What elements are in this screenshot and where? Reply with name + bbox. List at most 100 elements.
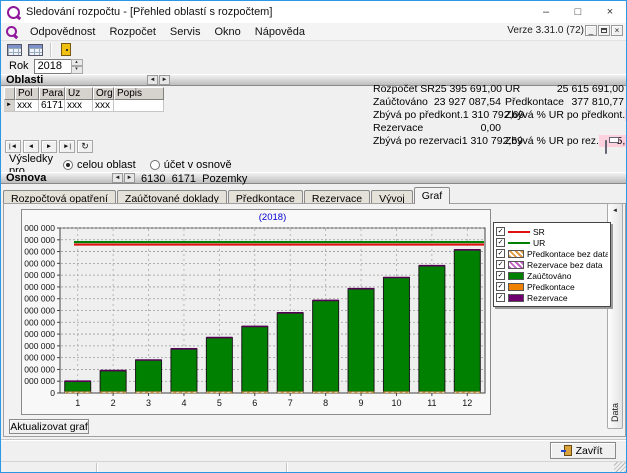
osnova-title: Osnova xyxy=(6,172,46,184)
nav-refresh-icon[interactable]: ↻ xyxy=(77,140,93,153)
col-org[interactable]: Org xyxy=(93,87,114,100)
table-row[interactable]: ► xxx 6171 xxx xxx xyxy=(4,100,164,112)
svg-text:16 000 000: 16 000 000 xyxy=(22,294,55,304)
legend-swatch-fill xyxy=(508,283,524,291)
restore-glyph xyxy=(601,28,607,33)
row-marker-icon: ► xyxy=(4,100,15,112)
cell-uz[interactable]: xxx xyxy=(65,100,93,112)
tab-rozpoctova-opatreni[interactable]: Rozpočtová opatření xyxy=(3,190,116,204)
legend-label: UR xyxy=(533,238,545,248)
maximize-icon[interactable]: □ xyxy=(562,1,594,23)
legend-swatch-line xyxy=(508,231,530,233)
mdi-restore-icon[interactable] xyxy=(598,25,610,36)
osnova-prev-icon[interactable]: ◄ xyxy=(112,173,123,183)
update-chart-button[interactable]: Aktualizovat graf xyxy=(9,419,89,434)
menu-okno[interactable]: Okno xyxy=(207,24,247,40)
menu-odpovednost[interactable]: Odpovědnost xyxy=(23,24,102,40)
col-uz[interactable]: Uz xyxy=(65,87,93,100)
legend-checkbox-icon[interactable]: ✓ xyxy=(496,249,505,258)
tab-zauctovane-doklady[interactable]: Zaúčtované doklady xyxy=(117,190,227,204)
mdi-app-icon[interactable] xyxy=(6,26,17,37)
status-separator xyxy=(286,463,288,473)
svg-text:9: 9 xyxy=(359,398,364,408)
svg-text:4: 4 xyxy=(181,398,186,408)
svg-text:12 000 000: 12 000 000 xyxy=(22,317,55,327)
svg-text:20 000 000: 20 000 000 xyxy=(22,270,55,280)
menu-napoveda[interactable]: Nápověda xyxy=(248,24,312,40)
col-popis[interactable]: Popis xyxy=(114,87,164,100)
oblasti-prev-icon[interactable]: ◄ xyxy=(147,75,158,85)
cell-org[interactable]: xxx xyxy=(93,100,114,112)
legend-checkbox-icon[interactable]: ✓ xyxy=(496,293,505,302)
legend-checkbox-icon[interactable]: ✓ xyxy=(496,227,505,236)
tab-predkontace[interactable]: Předkontace xyxy=(228,190,303,204)
legend-checkbox-icon[interactable]: ✓ xyxy=(496,260,505,269)
exit-button[interactable] xyxy=(56,42,76,58)
legend-label: Předkontace bez data xyxy=(527,249,608,259)
legend-swatch-line xyxy=(508,242,530,244)
nav-prev-icon[interactable]: ◄ xyxy=(23,140,39,153)
svg-text:6: 6 xyxy=(252,398,257,408)
svg-text:8: 8 xyxy=(323,398,328,408)
mdi-close-icon[interactable]: × xyxy=(611,25,623,36)
tab-graf[interactable]: Graf xyxy=(414,187,450,204)
summary-label: Zaúčtováno xyxy=(373,96,428,108)
svg-text:5: 5 xyxy=(217,398,222,408)
svg-text:10 000 000: 10 000 000 xyxy=(22,329,55,339)
svg-text:24 000 000: 24 000 000 xyxy=(22,247,55,257)
bottom-divider xyxy=(1,439,627,441)
col-pol[interactable]: Pol xyxy=(15,87,39,100)
close-window-button[interactable]: Zavřít xyxy=(550,442,616,459)
oblasti-grid: Pol Para Uz Org Popis ► xxx 6171 xxx xxx xyxy=(4,87,164,112)
menu-rozpocet[interactable]: Rozpočet xyxy=(102,24,162,40)
summary-label: Rozpočet SR xyxy=(373,83,435,95)
svg-text:2 000 000: 2 000 000 xyxy=(22,376,55,386)
grid-header-row: Pol Para Uz Org Popis xyxy=(4,87,164,100)
legend-checkbox-icon[interactable]: ✓ xyxy=(496,282,505,291)
title-bar[interactable]: Sledování rozpočtu - [Přehled oblastí s … xyxy=(1,1,626,23)
svg-text:12: 12 xyxy=(462,398,472,408)
nav-next-icon[interactable]: ► xyxy=(41,140,57,153)
menu-servis[interactable]: Servis xyxy=(163,24,208,40)
panel-expand-icon[interactable]: ◄ xyxy=(612,208,618,214)
mdi-minimize-icon[interactable]: _ xyxy=(585,25,597,36)
year-value: 2018 xyxy=(38,60,62,72)
radio-account-in-outline[interactable] xyxy=(150,160,160,170)
nav-last-icon[interactable]: ►| xyxy=(59,140,75,153)
svg-text:3: 3 xyxy=(146,398,151,408)
svg-text:2: 2 xyxy=(111,398,116,408)
nav-first-icon[interactable]: |◄ xyxy=(5,140,21,153)
cell-popis[interactable] xyxy=(114,100,164,112)
close-icon[interactable]: × xyxy=(594,1,626,23)
print-icon[interactable] xyxy=(605,140,607,154)
osnova-next-icon[interactable]: ► xyxy=(124,173,135,183)
legend-checkbox-icon[interactable]: ✓ xyxy=(496,238,505,247)
radio-label-whole-area[interactable]: celou oblast xyxy=(77,159,136,171)
resize-grip[interactable] xyxy=(614,462,626,473)
year-input[interactable]: 2018 ▴ ▾ xyxy=(34,59,72,74)
tab-rezervace[interactable]: Rezervace xyxy=(304,190,370,204)
spin-down-icon[interactable]: ▾ xyxy=(71,66,83,74)
legend-label: Rezervace bez data xyxy=(527,260,603,270)
svg-text:28 000 000: 28 000 000 xyxy=(22,223,55,233)
overview-table-button[interactable] xyxy=(25,42,45,58)
legend-swatch-fill xyxy=(508,272,524,280)
minimize-icon[interactable]: – xyxy=(530,1,562,23)
spin-up-icon[interactable]: ▴ xyxy=(71,59,83,67)
summary-label: Rezervace xyxy=(373,122,423,134)
legend-label: Předkontace xyxy=(527,282,575,292)
tab-bar: Rozpočtová opatření Zaúčtované doklady P… xyxy=(3,187,626,204)
oblasti-next-icon[interactable]: ► xyxy=(159,75,170,85)
col-para[interactable]: Para xyxy=(39,87,65,100)
tab-vyvoj[interactable]: Vývoj xyxy=(371,190,413,204)
legend-checkbox-icon[interactable]: ✓ xyxy=(496,271,505,280)
window-title: Sledování rozpočtu - [Přehled oblastí s … xyxy=(26,6,272,18)
radio-whole-area[interactable] xyxy=(63,160,73,170)
radio-label-account-in-outline[interactable]: účet v osnově xyxy=(164,159,232,171)
chart-legend: ✓SR✓UR✓Předkontace bez data✓Rezervace be… xyxy=(493,222,611,307)
legend-label: Rezervace xyxy=(527,293,568,303)
cell-para[interactable]: 6171 xyxy=(39,100,65,112)
budget-table-button[interactable] xyxy=(4,42,24,58)
svg-text:18 000 000: 18 000 000 xyxy=(22,282,55,292)
cell-pol[interactable]: xxx xyxy=(15,100,39,112)
